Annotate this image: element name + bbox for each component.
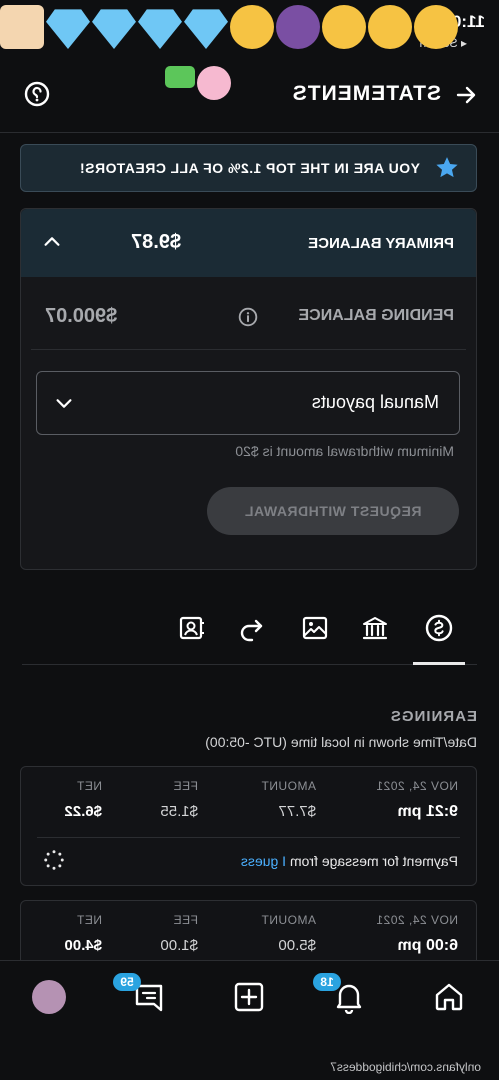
emoji-row: [0, 4, 458, 50]
nav-home[interactable]: [429, 977, 469, 1017]
nav-add-post[interactable]: [229, 977, 269, 1017]
image-icon: [302, 616, 328, 640]
transaction-net-col: NET $6.22: [64, 779, 102, 820]
description-text: Payment for message from: [289, 853, 458, 869]
app-screen: 11:06 ◂ Search STATEMENTS YOU ARE IN TH: [0, 0, 499, 1080]
fee-header: FEE: [173, 779, 198, 793]
transaction-date-col: NOV 24, 2021 9:21 pm: [376, 779, 458, 821]
messages-badge: 59: [113, 973, 141, 991]
transaction-time: 6:00 pm: [397, 937, 458, 954]
statement-tabs: [22, 600, 477, 665]
nav-messages[interactable]: 59: [113, 973, 169, 1017]
star-icon: [436, 157, 458, 178]
transaction-net-col: NET $4.00: [64, 913, 102, 954]
gem-icon: [138, 5, 182, 49]
transaction-fee: $1.55: [160, 803, 198, 820]
fee-header: FEE: [173, 913, 198, 927]
transaction-time: 9:21 pm: [397, 803, 458, 820]
transaction-net: $4.00: [64, 937, 102, 954]
heart-eyes-face-icon: [322, 5, 366, 49]
net-header: NET: [76, 779, 103, 793]
back-button[interactable]: [451, 80, 481, 110]
gem-icon: [92, 5, 136, 49]
transaction-amount-col: AMOUNT $7.77: [261, 779, 316, 820]
pending-balance-label: PENDING BALANCE: [298, 307, 454, 324]
primary-balance-label: PRIMARY BALANCE: [308, 235, 454, 252]
halo-face-icon: [230, 5, 274, 49]
transaction-fee: $1.00: [160, 937, 198, 954]
bottom-navigation: 18 59: [0, 960, 499, 1037]
loading-spinner-icon: [44, 850, 64, 870]
transaction-fee-col: FEE $1.00: [160, 913, 198, 954]
chevron-up-icon: [44, 237, 60, 246]
divider: [37, 837, 460, 838]
divider: [31, 349, 466, 350]
undo-arrow-icon: [240, 619, 263, 642]
help-button[interactable]: [22, 80, 52, 110]
dollar-circle-icon: [425, 614, 453, 642]
home-icon: [435, 983, 463, 1011]
smiling-face-icon: [414, 5, 458, 49]
status-bar: 11:06 ◂ Search: [0, 0, 499, 58]
transaction-date: NOV 24, 2021: [375, 779, 458, 793]
bank-icon: [362, 617, 388, 640]
payout-method-select[interactable]: Manual payouts: [36, 371, 460, 435]
pending-balance-value: $900.07: [45, 305, 118, 327]
nav-profile[interactable]: [29, 977, 69, 1017]
transaction-description: Payment for message from I guess: [241, 853, 458, 869]
help-icon: [24, 81, 50, 107]
transaction-fee-col: FEE $1.55: [160, 779, 198, 820]
transaction-net: $6.22: [64, 803, 102, 820]
amount-header: AMOUNT: [261, 779, 316, 793]
water-pistol-icon: [165, 66, 195, 88]
transaction-amount: $5.00: [278, 937, 316, 954]
sender-link[interactable]: I guess: [241, 853, 286, 869]
transaction-date-col: NOV 24, 2021 6:00 pm: [376, 913, 458, 955]
tab-earnings[interactable]: [421, 610, 457, 646]
cake-icon: [0, 5, 44, 49]
gem-icon: [46, 5, 90, 49]
watermark-url: onlyfans.com/chibigoddess7: [330, 1060, 481, 1074]
payout-method-value: Manual payouts: [311, 392, 439, 412]
request-withdrawal-label: REQUEST WITHDRAWAL: [244, 503, 422, 519]
tab-bank[interactable]: [357, 610, 393, 646]
page-header: STATEMENTS: [0, 58, 499, 133]
earnings-timezone-note: Date/Time shown in local time (UTC -05:0…: [205, 734, 477, 750]
net-header: NET: [76, 913, 103, 927]
nav-notifications[interactable]: 18: [313, 973, 369, 1017]
banner-text: YOU ARE IN THE TOP 1.2% OF ALL CREATORS!: [79, 160, 421, 176]
contact-card-icon: [179, 616, 204, 640]
amount-header: AMOUNT: [261, 913, 316, 927]
transaction-amount-col: AMOUNT $5.00: [261, 913, 316, 954]
transaction-amount: $7.77: [278, 803, 316, 820]
avatar: [32, 980, 66, 1014]
chevron-down-icon: [56, 399, 72, 408]
arrow-left-icon: [456, 86, 476, 104]
earnings-title: EARNINGS: [389, 708, 477, 725]
primary-balance-value: $9.87: [131, 231, 182, 253]
minimum-withdrawal-note: Minimum withdrawal amount is $20: [235, 443, 454, 459]
page-title: STATEMENTS: [291, 82, 441, 105]
cherry-blossom-icon: [197, 66, 231, 100]
tab-referrals[interactable]: [173, 610, 209, 646]
request-withdrawal-button[interactable]: REQUEST WITHDRAWAL: [207, 487, 459, 535]
top-creator-banner: YOU ARE IN THE TOP 1.2% OF ALL CREATORS!: [20, 144, 477, 192]
person-gesturing-icon: [276, 5, 320, 49]
gem-icon: [184, 5, 228, 49]
transaction-card[interactable]: NOV 24, 2021 9:21 pm AMOUNT $7.77 FEE $1…: [20, 766, 477, 886]
transaction-date: NOV 24, 2021: [375, 913, 458, 927]
primary-balance-row[interactable]: PRIMARY BALANCE $9.87: [21, 209, 476, 277]
tab-media[interactable]: [297, 610, 333, 646]
balance-card: PRIMARY BALANCE $9.87 PENDING BALANCE $9…: [20, 208, 477, 570]
info-icon[interactable]: [238, 307, 258, 327]
notifications-badge: 18: [313, 973, 341, 991]
add-square-icon: [234, 982, 264, 1012]
tab-refunds[interactable]: [233, 610, 269, 646]
kissing-face-icon: [368, 5, 412, 49]
